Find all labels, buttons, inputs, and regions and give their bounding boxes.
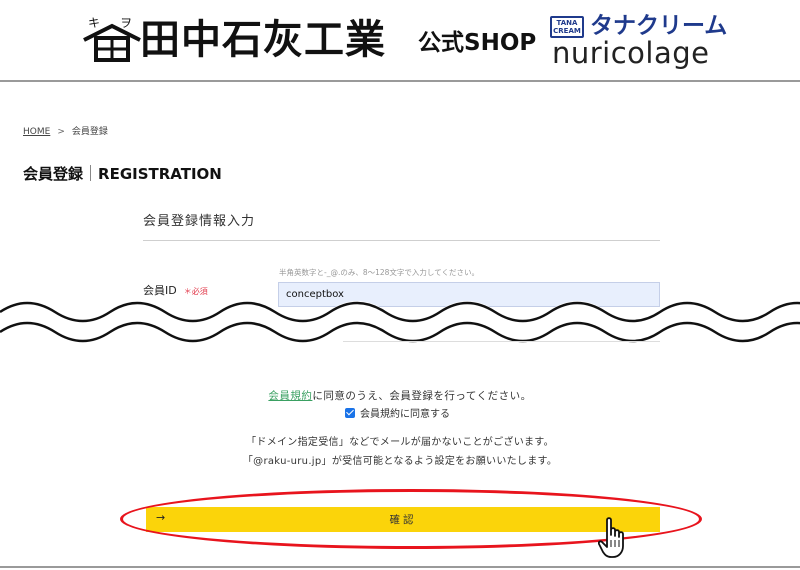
page-title: 会員登録 REGISTRATION (23, 164, 222, 184)
breadcrumb: HOME > 会員登録 (23, 126, 108, 138)
tana-badge-text: TANA CREAM (553, 19, 581, 35)
confirm-button-label: 確認 (389, 514, 417, 526)
member-id-hint: 半角英数字と-_@.のみ、8〜128文字で入力してください。 (279, 268, 479, 277)
agree-terms[interactable]: 会員規約に同意する (345, 408, 450, 421)
page-title-en: REGISTRATION (98, 165, 222, 183)
shop-logo-icon[interactable]: キ ヲ (82, 14, 142, 62)
terms-instruction: に同意のうえ、会員登録を行ってください。 (312, 390, 532, 402)
brand-official-shop[interactable]: 公式SHOP (418, 28, 536, 58)
form-section-heading: 会員登録情報入力 (143, 214, 256, 229)
agree-terms-checkbox[interactable] (345, 408, 355, 418)
breadcrumb-home-link[interactable]: HOME (23, 127, 50, 137)
breadcrumb-separator: > (57, 127, 65, 137)
email-notice-line-1: 「ドメイン指定受信」などでメールが届かないことがございます。 (246, 437, 554, 448)
form-divider (343, 341, 660, 342)
brand-name[interactable]: 田中石灰工業 (140, 18, 386, 62)
site-header: キ ヲ 田中石灰工業 公式SHOP TANA CREAM タナクリーム nuri… (0, 0, 800, 82)
svg-text:ヲ: ヲ (120, 16, 132, 30)
required-badge: ＊必須 (183, 287, 208, 296)
agree-terms-label[interactable]: 会員規約に同意する (360, 409, 450, 420)
email-notice-line-2: 「@raku-uru.jp」が受信可能となるよう設定をお願いいたします。 (242, 456, 558, 467)
hand-pointer-icon (598, 517, 624, 558)
breadcrumb-current: 会員登録 (71, 127, 108, 137)
title-divider (90, 165, 92, 181)
member-id-label-text: 会員ID (143, 284, 177, 297)
section-divider (143, 240, 660, 241)
wavy-cut-divider (0, 301, 800, 344)
footer-divider (0, 566, 800, 568)
page-title-ja: 会員登録 (23, 165, 84, 183)
confirm-button[interactable]: → 確認 (146, 507, 660, 532)
tana-cream-logo-icon[interactable]: TANA CREAM (550, 16, 584, 38)
member-id-label: 会員ID ＊必須 (143, 284, 208, 299)
header-divider (0, 80, 800, 82)
terms-link[interactable]: 会員規約 (268, 390, 312, 402)
svg-text:キ: キ (88, 16, 100, 30)
terms-text: 会員規約に同意のうえ、会員登録を行ってください。 (0, 389, 800, 403)
nuricolage-logo[interactable]: nuricolage (552, 36, 710, 70)
